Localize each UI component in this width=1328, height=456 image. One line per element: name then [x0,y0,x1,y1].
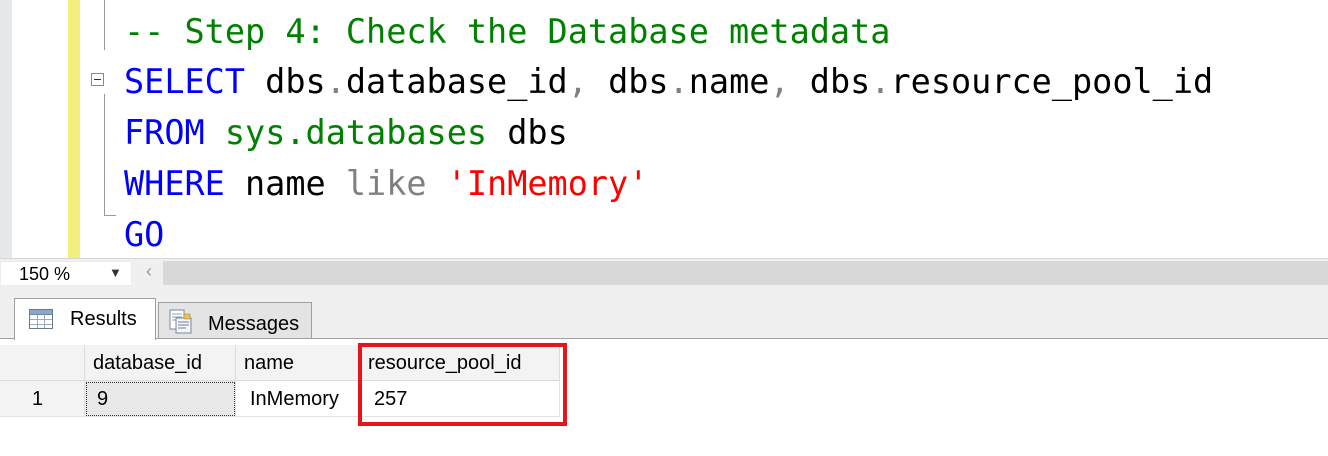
tab-results[interactable]: Results [14,298,156,340]
code-line-select[interactable]: SELECT dbs.database_id, dbs.name, dbs.re… [124,59,1213,105]
tab-messages-label: Messages [208,313,300,335]
code-line-from[interactable]: FROM sys.databases dbs [124,110,568,156]
cell-database-id[interactable]: 9 [85,381,236,417]
outline-guide-line [104,94,105,216]
messages-icon [169,309,192,334]
table-alias: dbs [587,62,669,101]
keyword-select: SELECT [124,62,246,101]
results-panel: Results Messages database_id name resour… [0,288,1328,456]
table-alias: dbs [245,62,326,101]
operator-like: like [325,164,427,203]
zoom-value: 150 % [19,264,71,284]
horizontal-scrollbar[interactable] [163,261,1328,285]
line-number-gutter [12,0,68,258]
system-view: sys.databases [204,113,488,152]
table-alias: dbs [789,62,871,101]
column-header-database-id[interactable]: database_id [85,345,236,381]
code-line-go[interactable]: GO [124,212,164,258]
comma: , [567,62,588,101]
change-tracking-bar [68,0,80,258]
column-header-name[interactable]: name [236,345,360,381]
keyword-where: WHERE [124,164,225,203]
comma: , [769,62,790,101]
column-name: name [688,62,770,101]
chevron-down-icon[interactable]: ▼ [109,265,122,280]
grid-icon [29,309,53,329]
sql-comment: -- Step 4: Check the Database metadata [124,12,891,51]
zoom-select[interactable]: 150 % ▼ [0,261,132,286]
row-number-header[interactable] [0,345,85,381]
editor-status-bar: 150 % ▼ ‹ [0,258,1328,288]
tab-results-label: Results [70,308,137,330]
column-database-id: database_id [345,62,568,101]
editor-margin [0,0,12,258]
row-number-cell[interactable]: 1 [0,381,85,417]
highlight-annotation [358,343,567,426]
code-line-where[interactable]: WHERE name like 'InMemory' [124,161,648,207]
string-literal: 'InMemory' [426,164,649,203]
dot-operator: . [870,62,891,101]
outline-guide-line [104,0,105,50]
column-name: name [224,164,326,203]
query-editor[interactable]: -- Step 4: Check the Database metadata S… [0,0,1328,258]
dot-operator: . [325,62,346,101]
outline-end-tick [104,215,116,216]
collapse-icon[interactable] [91,73,104,86]
outlining-margin [80,0,120,258]
dot-operator: . [668,62,689,101]
table-alias: dbs [487,113,568,152]
code-line-comment[interactable]: -- Step 4: Check the Database metadata [124,9,890,55]
keyword-go: GO [124,215,165,254]
tab-messages[interactable]: Messages [158,302,312,339]
results-grid[interactable]: database_id name resource_pool_id 1 9 In… [0,339,1328,456]
keyword-from: FROM [124,113,205,152]
column-resource-pool-id: resource_pool_id [890,62,1214,101]
cell-name[interactable]: InMemory [236,381,360,417]
chevron-left-icon[interactable]: ‹ [140,261,158,285]
